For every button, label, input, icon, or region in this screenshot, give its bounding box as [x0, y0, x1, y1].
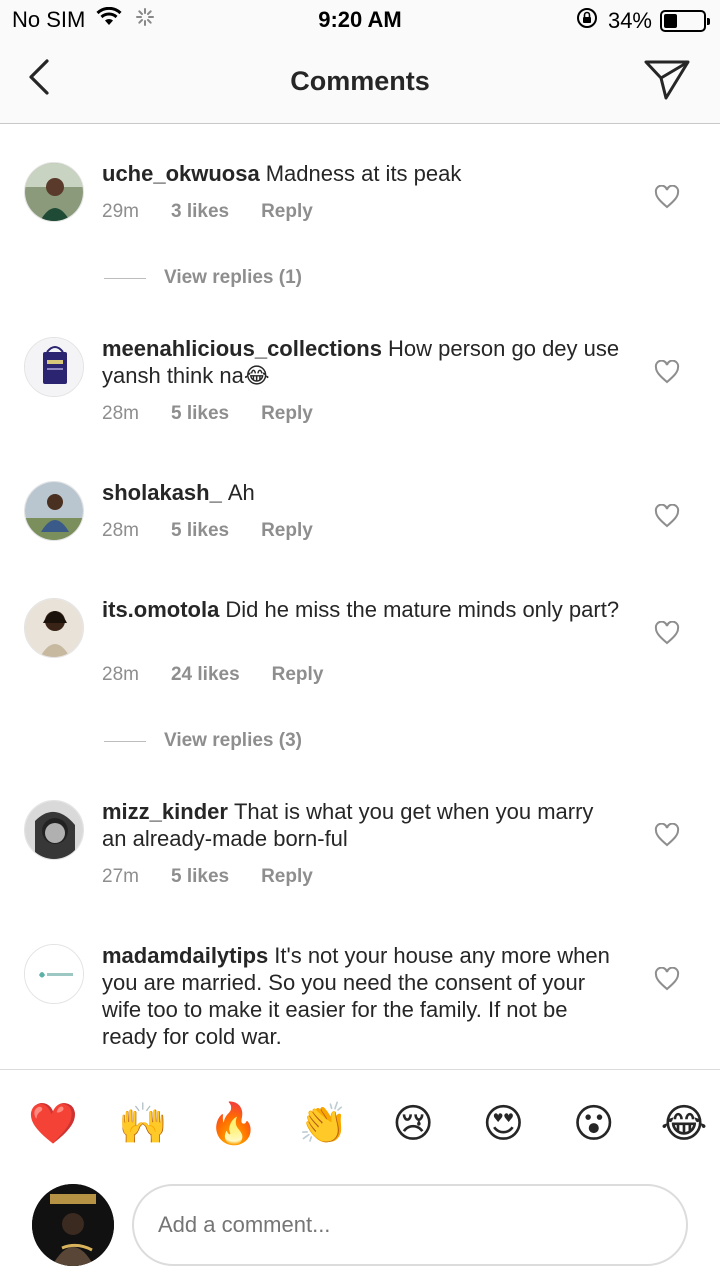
comment-meta: 28m 5 likes Reply [102, 520, 345, 542]
comment-text: madamdailytips It's not your house any mo… [102, 942, 622, 1050]
view-replies-label: View replies (1) [164, 267, 302, 288]
status-bar: No SIM 9:20 AM 34% [0, 0, 720, 40]
emoji-heart[interactable]: ❤️ [28, 1100, 78, 1148]
view-replies-button[interactable]: View replies (3) [104, 730, 302, 752]
emoji-crying[interactable]: 😢 [389, 1100, 437, 1148]
heart-icon [654, 620, 680, 645]
comment-meta: 28m 5 likes Reply [102, 403, 345, 425]
like-button[interactable] [654, 503, 680, 528]
share-button[interactable] [642, 54, 692, 104]
reply-button[interactable]: Reply [272, 664, 324, 686]
page-title: Comments [290, 66, 430, 96]
heart-icon [654, 966, 680, 991]
comment-username[interactable]: uche_okwuosa [102, 161, 260, 186]
emoji-fire[interactable]: 🔥 [209, 1100, 259, 1148]
reply-button[interactable]: Reply [261, 520, 313, 542]
comment-meta: 28m 24 likes Reply [102, 664, 355, 686]
like-button[interactable] [654, 620, 680, 645]
comment-meta: 29m 3 likes Reply [102, 201, 345, 223]
emoji-heart-eyes[interactable]: 😍 [479, 1100, 527, 1148]
comment-content: Ah [227, 480, 255, 505]
reply-button[interactable]: Reply [261, 201, 313, 223]
divider-line [104, 277, 146, 279]
paper-plane-icon [644, 60, 690, 100]
comment-time: 29m [102, 201, 139, 222]
like-button[interactable] [654, 184, 680, 209]
comment-input[interactable] [132, 1184, 688, 1266]
comment-text: mizz_kinder That is what you get when you… [102, 798, 622, 852]
comment-text: uche_okwuosa Madness at its peak [102, 160, 622, 187]
comment-likes[interactable]: 3 likes [171, 201, 229, 223]
view-replies-button[interactable]: View replies (1) [104, 267, 302, 289]
avatar[interactable] [24, 598, 84, 658]
like-button[interactable] [654, 359, 680, 384]
reply-button[interactable]: Reply [261, 403, 313, 425]
input-row [0, 1182, 720, 1268]
comment-time: 28m [102, 403, 139, 424]
like-button[interactable] [654, 966, 680, 991]
comment-text: its.omotola Did he miss the mature minds … [102, 596, 622, 623]
reply-button[interactable]: Reply [261, 866, 313, 888]
comment-text: meenahlicious_collections How person go d… [102, 335, 622, 389]
emoji-clap[interactable]: 👏 [299, 1100, 349, 1148]
comment-likes[interactable]: 24 likes [171, 664, 240, 686]
heart-icon [654, 184, 680, 209]
comment-username[interactable]: mizz_kinder [102, 799, 228, 824]
avatar[interactable] [24, 162, 84, 222]
comment-content: Did he miss the mature minds only part? [225, 597, 620, 622]
divider-line [104, 740, 146, 742]
avatar[interactable] [24, 800, 84, 860]
heart-icon [654, 359, 680, 384]
avatar[interactable] [24, 944, 84, 1004]
like-button[interactable] [654, 822, 680, 847]
comment-text: sholakash_ Ah [102, 479, 622, 506]
emoji-laughing[interactable]: 😂 [660, 1100, 708, 1148]
comment-likes[interactable]: 5 likes [171, 520, 229, 542]
comment-time: 28m [102, 520, 139, 541]
comments-list[interactable]: uche_okwuosa Madness at its peak 29m 3 li… [0, 125, 720, 1069]
comment-username[interactable]: meenahlicious_collections [102, 336, 382, 361]
quick-emoji-row: ❤️ 🙌 🔥 👏 😢 😍 😮 😂 [28, 1100, 708, 1148]
rotation-lock-icon [576, 7, 598, 35]
emoji-surprised[interactable]: 😮 [570, 1100, 618, 1148]
heart-icon [654, 503, 680, 528]
status-right: 34% [576, 7, 710, 35]
comment-likes[interactable]: 5 likes [171, 866, 229, 888]
comment-username[interactable]: sholakash_ [102, 480, 222, 505]
battery-icon [660, 10, 710, 32]
view-replies-label: View replies (3) [164, 730, 302, 751]
comment-composer: ❤️ 🙌 🔥 👏 😢 😍 😮 😂 [0, 1069, 720, 1280]
comment-username[interactable]: its.omotola [102, 597, 219, 622]
comment-time: 27m [102, 866, 139, 887]
battery-percent: 34% [607, 8, 652, 33]
comment-username[interactable]: madamdailytips [102, 943, 268, 968]
comment-likes[interactable]: 5 likes [171, 403, 229, 425]
comment-time: 28m [102, 664, 139, 685]
heart-icon [654, 822, 680, 847]
comment-meta: 27m 5 likes Reply [102, 866, 345, 888]
avatar[interactable] [24, 337, 84, 397]
current-user-avatar [32, 1184, 114, 1266]
avatar[interactable] [24, 481, 84, 541]
emoji-raised-hands[interactable]: 🙌 [118, 1100, 168, 1148]
nav-bar: Comments [0, 40, 720, 124]
comment-content: Madness at its peak [265, 161, 462, 186]
